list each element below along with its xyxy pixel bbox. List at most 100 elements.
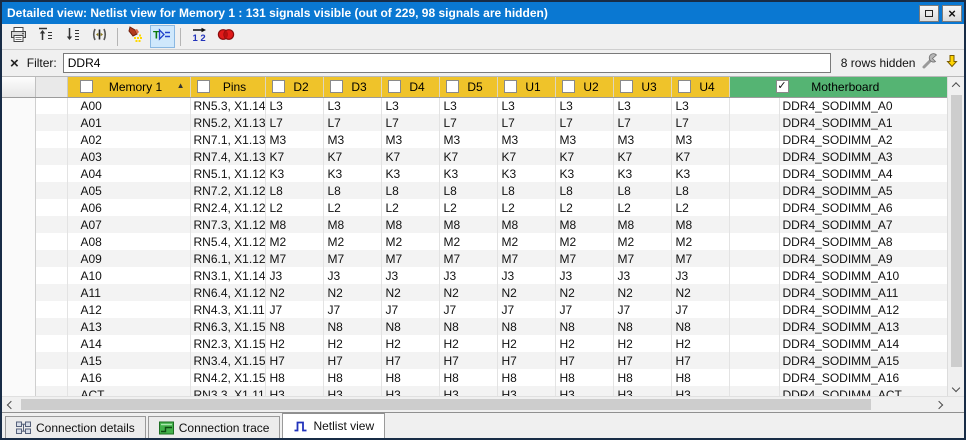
move-signal-up-button[interactable]	[33, 25, 58, 48]
device-pin-cell[interactable]: L2	[497, 199, 555, 216]
device-pin-cell[interactable]: K3	[439, 165, 497, 182]
pins-cell[interactable]: RN6.4, X1.120	[190, 284, 265, 301]
device-pin-cell[interactable]: L3	[555, 97, 613, 114]
device-pin-cell[interactable]: M8	[671, 216, 729, 233]
device-pin-cell[interactable]: L7	[613, 114, 671, 131]
device-pin-cell[interactable]: K7	[671, 148, 729, 165]
device-pin-cell[interactable]: J3	[381, 267, 439, 284]
column-checkbox[interactable]	[272, 80, 285, 93]
spacer-cell[interactable]	[35, 216, 67, 233]
device-pin-cell[interactable]: H8	[613, 369, 671, 386]
spacer-cell[interactable]	[35, 97, 67, 114]
device-pin-cell[interactable]: M3	[613, 131, 671, 148]
motherboard-net-cell[interactable]: DDR4_SODIMM_A5	[779, 182, 947, 199]
device-pin-cell[interactable]: K3	[613, 165, 671, 182]
row-gutter-cell[interactable]	[2, 301, 35, 318]
column-header-u4[interactable]: U4	[671, 77, 729, 97]
row-gutter-cell[interactable]	[2, 148, 35, 165]
device-pin-cell[interactable]: L7	[381, 114, 439, 131]
device-pin-cell[interactable]: M7	[613, 250, 671, 267]
device-pin-cell[interactable]: J7	[613, 301, 671, 318]
spacer-cell[interactable]	[35, 165, 67, 182]
device-pin-cell[interactable]: H2	[323, 335, 381, 352]
device-pin-cell[interactable]: L3	[671, 97, 729, 114]
device-pin-cell[interactable]: L2	[381, 199, 439, 216]
device-pin-cell[interactable]: J7	[265, 301, 323, 318]
device-pin-cell[interactable]: H3	[671, 386, 729, 396]
device-pin-cell[interactable]: K7	[323, 148, 381, 165]
device-pin-cell[interactable]: N8	[497, 318, 555, 335]
device-pin-cell[interactable]: H2	[613, 335, 671, 352]
device-pin-cell[interactable]: H7	[381, 352, 439, 369]
device-pin-cell[interactable]: H3	[265, 386, 323, 396]
scroll-left-arrow[interactable]	[2, 397, 19, 413]
row-gutter-cell[interactable]	[2, 318, 35, 335]
device-pin-cell[interactable]: K7	[439, 148, 497, 165]
device-pin-cell[interactable]: N8	[265, 318, 323, 335]
device-pin-cell[interactable]: L3	[439, 97, 497, 114]
device-pin-cell[interactable]: M2	[613, 233, 671, 250]
device-pin-cell[interactable]: K3	[265, 165, 323, 182]
tab-connection-details[interactable]: Connection details	[5, 416, 146, 438]
motherboard-net-cell[interactable]: DDR4_SODIMM_A8	[779, 233, 947, 250]
device-pin-cell[interactable]: M3	[555, 131, 613, 148]
device-pin-cell[interactable]: N2	[381, 284, 439, 301]
device-pin-cell[interactable]: L3	[323, 97, 381, 114]
te-probe-button[interactable]: T	[150, 25, 175, 48]
device-pin-cell[interactable]: L3	[265, 97, 323, 114]
device-pin-cell[interactable]: J7	[381, 301, 439, 318]
column-header-d5[interactable]: D5	[439, 77, 497, 97]
vertical-scroll-thumb[interactable]	[951, 95, 962, 367]
device-pin-cell[interactable]: M2	[671, 233, 729, 250]
device-pin-cell[interactable]: H8	[555, 369, 613, 386]
device-pin-cell[interactable]: M7	[497, 250, 555, 267]
device-pin-cell[interactable]: M2	[555, 233, 613, 250]
device-pin-cell[interactable]: M3	[323, 131, 381, 148]
spacer-cell[interactable]	[35, 318, 67, 335]
motherboard-net-cell[interactable]: DDR4_SODIMM_A12	[779, 301, 947, 318]
motherboard-spacer-cell[interactable]	[729, 97, 779, 114]
row-gutter-cell[interactable]	[2, 352, 35, 369]
signal-cell[interactable]: A02	[67, 131, 190, 148]
device-pin-cell[interactable]: H2	[381, 335, 439, 352]
spacer-cell[interactable]	[35, 301, 67, 318]
device-pin-cell[interactable]: M8	[439, 216, 497, 233]
signal-cell[interactable]: ACT	[67, 386, 190, 396]
column-checkbox[interactable]: ✓	[776, 80, 789, 93]
device-pin-cell[interactable]: H8	[323, 369, 381, 386]
spacer-cell[interactable]	[35, 114, 67, 131]
signal-cell[interactable]: A05	[67, 182, 190, 199]
device-pin-cell[interactable]: L7	[323, 114, 381, 131]
device-pin-cell[interactable]: H2	[265, 335, 323, 352]
motherboard-spacer-cell[interactable]	[729, 369, 779, 386]
device-pin-cell[interactable]: L3	[497, 97, 555, 114]
table-row[interactable]: A07RN7.3, X1.122M8M8M8M8M8M8M8M8DDR4_SOD…	[2, 216, 947, 233]
motherboard-spacer-cell[interactable]	[729, 284, 779, 301]
device-pin-cell[interactable]: H8	[439, 369, 497, 386]
table-row[interactable]: A01RN5.2, X1.133L7L7L7L7L7L7L7L7DDR4_SOD…	[2, 114, 947, 131]
table-row[interactable]: A08RN5.4, X1.125M2M2M2M2M2M2M2M2DDR4_SOD…	[2, 233, 947, 250]
motherboard-net-cell[interactable]: DDR4_SODIMM_A0	[779, 97, 947, 114]
signal-cell[interactable]: A12	[67, 301, 190, 318]
table-row[interactable]: A16RN4.2, X1.152H8H8H8H8H8H8H8H8DDR4_SOD…	[2, 369, 947, 386]
motherboard-spacer-cell[interactable]	[729, 182, 779, 199]
pins-cell[interactable]: RN3.3, X1.114	[190, 386, 265, 396]
device-pin-cell[interactable]: H3	[381, 386, 439, 396]
table-row[interactable]: A15RN3.4, X1.156H7H7H7H7H7H7H7H7DDR4_SOD…	[2, 352, 947, 369]
tab-netlist-view[interactable]: Netlist view	[282, 413, 385, 438]
device-pin-cell[interactable]: M8	[555, 216, 613, 233]
pins-cell[interactable]: RN7.3, X1.122	[190, 216, 265, 233]
renumber-pins-button[interactable]: 1 2	[186, 25, 211, 48]
device-pin-cell[interactable]: K3	[497, 165, 555, 182]
device-pin-cell[interactable]: K3	[555, 165, 613, 182]
device-pin-cell[interactable]: H7	[671, 352, 729, 369]
table-row[interactable]: A11RN6.4, X1.120N2N2N2N2N2N2N2N2DDR4_SOD…	[2, 284, 947, 301]
device-pin-cell[interactable]: J3	[439, 267, 497, 284]
device-pin-cell[interactable]: H8	[381, 369, 439, 386]
motherboard-spacer-cell[interactable]	[729, 301, 779, 318]
spacer-cell[interactable]	[35, 199, 67, 216]
device-pin-cell[interactable]: J3	[265, 267, 323, 284]
spacer-cell[interactable]	[35, 233, 67, 250]
motherboard-net-cell[interactable]: DDR4_SODIMM_A6	[779, 199, 947, 216]
pins-cell[interactable]: RN5.2, X1.133	[190, 114, 265, 131]
